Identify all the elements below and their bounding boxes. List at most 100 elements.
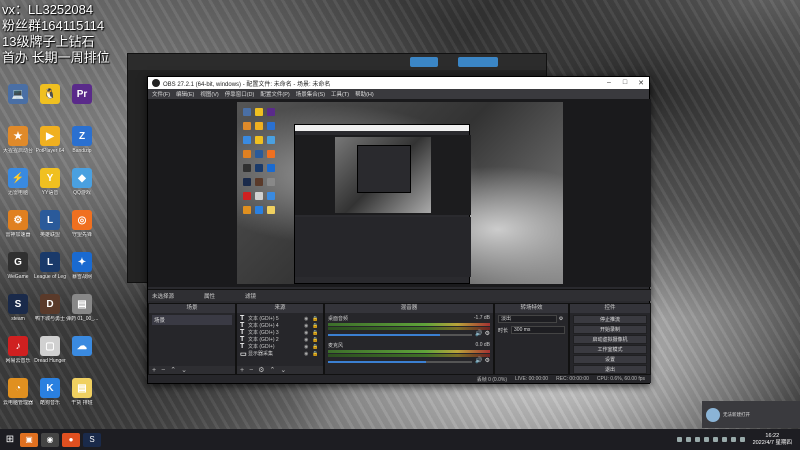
desktop-icon[interactable]: ✦ 暴雪战网 bbox=[66, 252, 98, 280]
source-item[interactable]: T 文本 (GDI+) 3 ◉ 🔒 bbox=[240, 329, 320, 336]
clock[interactable]: 16:22 2022/4/7 星期四 bbox=[753, 433, 792, 447]
volume-slider[interactable] bbox=[328, 333, 473, 336]
background-app-button[interactable] bbox=[410, 57, 438, 67]
add-icon[interactable]: + bbox=[240, 367, 244, 374]
control-button[interactable]: 开始录制 bbox=[573, 325, 647, 334]
tray-icon[interactable] bbox=[739, 437, 745, 442]
add-icon[interactable]: + bbox=[152, 367, 156, 374]
eye-icon[interactable]: ◉ bbox=[304, 351, 312, 357]
lock-icon[interactable]: 🔒 bbox=[312, 344, 320, 350]
lock-icon[interactable]: 🔒 bbox=[312, 351, 320, 357]
desktop-icon[interactable]: G WeGame bbox=[2, 252, 34, 280]
close-icon[interactable]: ✕ bbox=[633, 79, 649, 87]
desktop-icon[interactable]: ★ 大猩猩启动台 bbox=[2, 126, 34, 154]
eye-icon[interactable]: ◉ bbox=[304, 337, 312, 343]
desktop-icon[interactable]: Ssteam bbox=[2, 294, 34, 322]
lock-icon[interactable]: 🔒 bbox=[312, 337, 320, 343]
desktop-icon-label: Dread Hunger bbox=[34, 358, 66, 364]
source-item[interactable]: T 文本 (GDI+) ◉ 🔒 bbox=[240, 343, 320, 350]
desktop-icon[interactable]: 🐧 bbox=[34, 84, 66, 106]
control-button[interactable]: 设置 bbox=[573, 355, 647, 364]
source-item[interactable]: T 文本 (GDI+) 5 ◉ 🔒 bbox=[240, 315, 320, 322]
source-item[interactable]: T 文本 (GDI+) 2 ◉ 🔒 bbox=[240, 336, 320, 343]
gear-icon[interactable]: ⚙ bbox=[557, 316, 565, 322]
menu-item[interactable]: 帮助(H) bbox=[355, 90, 374, 98]
lock-icon[interactable]: 🔒 bbox=[312, 316, 320, 322]
down-icon[interactable]: ⌄ bbox=[181, 366, 187, 374]
source-item[interactable]: ▭ 显示器采集 ◉ 🔒 bbox=[240, 350, 320, 358]
desktop-icon[interactable]: ⚙ 雷神加速器 bbox=[2, 210, 34, 238]
desktop-icon[interactable]: 💻 bbox=[2, 84, 34, 106]
tray-icon[interactable] bbox=[676, 437, 682, 442]
desktop-icon[interactable]: ♪ 网易云音乐 bbox=[2, 336, 34, 364]
tray-icon[interactable] bbox=[703, 437, 709, 442]
transition-select[interactable]: 淡出 bbox=[498, 315, 557, 323]
tray-icon[interactable] bbox=[712, 437, 718, 442]
taskbar-app-icon[interactable]: ▣ bbox=[20, 432, 38, 447]
desktop-icon[interactable]: ▤ 干货 排班 bbox=[66, 378, 98, 406]
tray-icon[interactable] bbox=[694, 437, 700, 442]
minimize-icon[interactable]: – bbox=[601, 79, 617, 87]
control-button[interactable]: 停止推流 bbox=[573, 315, 647, 324]
eye-icon[interactable]: ◉ bbox=[304, 316, 312, 322]
preview-canvas[interactable] bbox=[237, 102, 563, 284]
scene-item[interactable]: 场景 bbox=[152, 315, 232, 325]
desktop-icon[interactable]: ▶ PotPlayer 64 bbox=[34, 126, 66, 154]
desktop-icon[interactable]: ◎ 守望先锋 bbox=[66, 210, 98, 238]
menu-item[interactable]: 文件(F) bbox=[152, 90, 170, 98]
menu-item[interactable]: 工具(T) bbox=[331, 90, 349, 98]
menu-item[interactable]: 视图(V) bbox=[200, 90, 218, 98]
desktop-icon[interactable]: K 酷狗音乐 bbox=[34, 378, 66, 406]
steam-taskbar-icon[interactable]: S bbox=[83, 432, 101, 447]
eye-icon[interactable]: ◉ bbox=[304, 344, 312, 350]
windows-start-icon[interactable]: ⊞ bbox=[0, 434, 20, 445]
remove-icon[interactable]: − bbox=[161, 367, 165, 374]
desktop-icon[interactable]: ☁ bbox=[66, 336, 98, 358]
desktop-icon[interactable]: L League of Legends bbox=[34, 252, 66, 280]
desktop-icon[interactable]: ◆ QQ游戏 bbox=[66, 168, 98, 196]
desktop-icon[interactable]: Pr bbox=[66, 84, 98, 106]
desktop-icon[interactable]: Z Bandizip bbox=[66, 126, 98, 154]
desktop-icon[interactable]: D 鸭下城与勇士 bbox=[34, 294, 66, 322]
filters-button[interactable]: 滤镜 bbox=[245, 292, 256, 300]
notification[interactable]: 无法新建打开 bbox=[702, 401, 800, 428]
menu-item[interactable]: 配置文件(P) bbox=[260, 90, 289, 98]
browser-taskbar-icon[interactable]: ● bbox=[62, 432, 80, 447]
duration-input[interactable]: 300 ms bbox=[511, 326, 565, 334]
tray-icon[interactable] bbox=[685, 437, 691, 442]
gear-icon[interactable]: ⚙ bbox=[485, 357, 490, 364]
properties-button[interactable]: 属性 bbox=[204, 292, 215, 300]
background-app-button[interactable] bbox=[458, 57, 498, 67]
up-icon[interactable]: ⌃ bbox=[269, 366, 275, 374]
lock-icon[interactable]: 🔒 bbox=[312, 323, 320, 329]
lock-icon[interactable]: 🔒 bbox=[312, 330, 320, 336]
menu-item[interactable]: 场景集合(S) bbox=[296, 90, 325, 98]
desktop-icon[interactable]: ⚡ 迅雷电脑 bbox=[2, 168, 34, 196]
remove-icon[interactable]: − bbox=[249, 367, 253, 374]
eye-icon[interactable]: ◉ bbox=[304, 323, 312, 329]
speaker-icon[interactable]: 🔊 bbox=[475, 357, 482, 364]
up-icon[interactable]: ⌃ bbox=[170, 366, 176, 374]
desktop-icon-label: 守望先锋 bbox=[71, 232, 92, 238]
control-button[interactable]: 启动虚拟摄像机 bbox=[573, 335, 647, 344]
tray-icon[interactable] bbox=[721, 437, 727, 442]
menu-item[interactable]: 编辑(E) bbox=[176, 90, 194, 98]
control-button[interactable]: 工作室模式 bbox=[573, 345, 647, 354]
control-button[interactable]: 退出 bbox=[573, 365, 647, 374]
source-item[interactable]: T 文本 (GDI+) 4 ◉ 🔒 bbox=[240, 322, 320, 329]
gear-icon[interactable]: ⚙ bbox=[485, 330, 490, 337]
speaker-icon[interactable]: 🔊 bbox=[475, 330, 482, 337]
volume-slider[interactable] bbox=[328, 360, 473, 363]
desktop-icon[interactable]: ▤ 弹药 01_00_... bbox=[66, 294, 98, 322]
desktop-icon[interactable]: L 英雄联盟 bbox=[34, 210, 66, 238]
obs-taskbar-icon[interactable]: ◉ bbox=[41, 432, 59, 447]
tray-icon[interactable] bbox=[730, 437, 736, 442]
gear-icon[interactable]: ⚙ bbox=[258, 366, 264, 374]
desktop-icon[interactable]: Y YY语音 bbox=[34, 168, 66, 196]
desktop-icon[interactable]: ◔ 云电脑管理器 bbox=[2, 378, 34, 406]
eye-icon[interactable]: ◉ bbox=[304, 330, 312, 336]
desktop-icon[interactable]: ▢ Dread Hunger bbox=[34, 336, 66, 364]
menu-item[interactable]: 停靠窗口(D) bbox=[225, 90, 255, 98]
maximize-icon[interactable]: □ bbox=[617, 79, 633, 87]
down-icon[interactable]: ⌄ bbox=[280, 366, 286, 374]
